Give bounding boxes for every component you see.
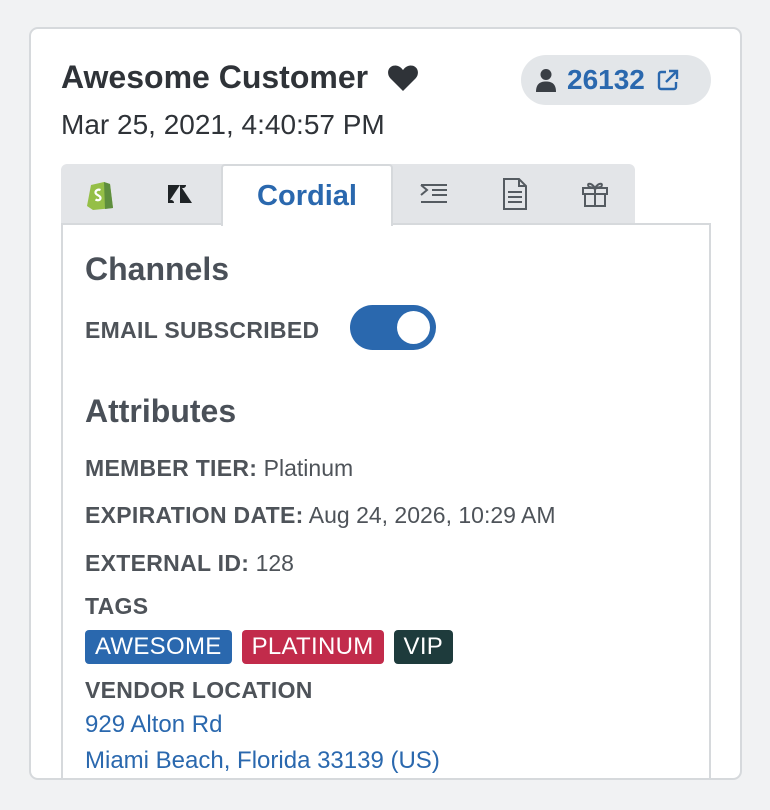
expiration-row: EXPIRATION DATE: Aug 24, 2026, 10:29 AM (85, 502, 556, 529)
customer-id-link[interactable]: 26132 (521, 55, 711, 105)
tab-zendesk[interactable] (139, 164, 221, 224)
person-icon (536, 69, 556, 92)
address-line-1[interactable]: 929 Alton Rd (85, 711, 222, 739)
customer-header: Awesome Customer (61, 59, 419, 96)
external-id-row: EXTERNAL ID: 128 (85, 550, 294, 577)
external-link-icon (657, 69, 679, 91)
customer-id: 26132 (567, 64, 645, 95)
email-subscribed-toggle[interactable] (350, 305, 436, 350)
tab-bar: Cordial (61, 164, 635, 226)
customer-card: Awesome Customer Mar 25, 2021, 4:40:57 P… (29, 27, 742, 780)
email-subscribed-label: EMAIL SUBSCRIBED (85, 317, 320, 343)
tags-label: TAGS (85, 593, 149, 619)
tab-shopify[interactable] (61, 164, 139, 224)
document-icon (503, 178, 527, 210)
toggle-knob (397, 311, 430, 344)
tab-gift[interactable] (555, 164, 635, 224)
tab-cordial[interactable]: Cordial (221, 164, 393, 226)
address-line-2[interactable]: Miami Beach, Florida 33139 (US) (85, 747, 440, 775)
heart-icon[interactable] (387, 64, 419, 92)
member-tier-label: MEMBER TIER: (85, 455, 258, 481)
gift-icon (582, 182, 608, 207)
shopify-icon (87, 182, 113, 210)
tag-platinum: PLATINUM (241, 630, 384, 664)
zendesk-icon (168, 185, 192, 203)
external-id-value: 128 (255, 550, 294, 576)
tab-cordial-label: Cordial (257, 179, 357, 212)
customer-name: Awesome Customer (61, 59, 369, 95)
channels-heading: Channels (85, 251, 230, 287)
list-indent-icon (420, 184, 447, 203)
attributes-heading: Attributes (85, 393, 237, 429)
tab-document[interactable] (475, 164, 555, 224)
tab-list[interactable] (393, 164, 475, 224)
tag-vip: VIP (393, 630, 454, 664)
vendor-location-label: VENDOR LOCATION (85, 677, 313, 703)
expiration-value: Aug 24, 2026, 10:29 AM (308, 502, 556, 528)
customer-date: Mar 25, 2021, 4:40:57 PM (61, 109, 385, 140)
member-tier-row: MEMBER TIER: Platinum (85, 455, 353, 482)
tag-list: AWESOME PLATINUM VIP (85, 630, 454, 664)
member-tier-value: Platinum (263, 455, 354, 481)
cordial-panel: Channels EMAIL SUBSCRIBED Attributes MEM… (61, 223, 711, 778)
expiration-label: EXPIRATION DATE: (85, 502, 304, 528)
tag-awesome: AWESOME (85, 630, 232, 664)
external-id-label: EXTERNAL ID: (85, 550, 250, 576)
